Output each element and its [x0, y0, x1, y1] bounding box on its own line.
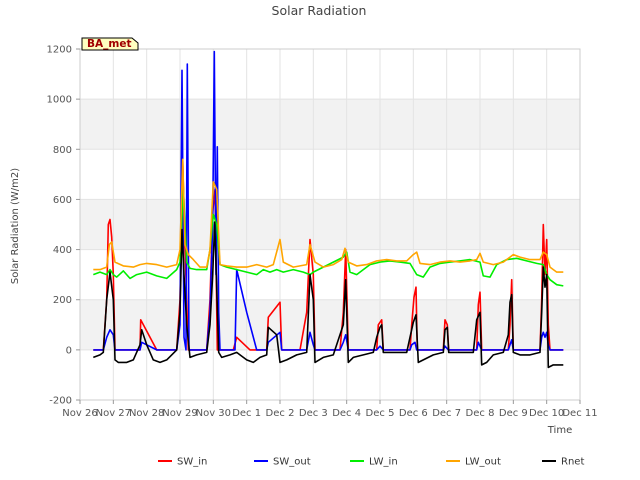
badge-label: BA_met: [87, 38, 131, 50]
x-tick-label: Nov 29: [162, 408, 197, 419]
x-tick-label: Dec 4: [332, 408, 361, 419]
legend-label-sw-out: SW_out: [273, 457, 311, 468]
plot-band: [80, 199, 580, 250]
y-tick-label: 0: [66, 345, 72, 356]
x-tick-label: Dec 3: [299, 408, 328, 419]
y-tick-label: 600: [53, 195, 72, 206]
legend: SW_in SW_out LW_in LW_out Rnet: [158, 457, 584, 468]
x-tick-label: Dec 11: [562, 408, 597, 419]
plot-band: [80, 299, 580, 350]
x-tick-label: Nov 26: [62, 408, 97, 419]
x-axis-ticks: Nov 26Nov 27Nov 28Nov 29Nov 30 Dec 1 Dec 2…: [62, 400, 598, 419]
legend-label-lw-in: LW_in: [369, 457, 398, 468]
x-tick-label: Dec 6: [399, 408, 428, 419]
legend-label-sw-in: SW_in: [177, 457, 207, 468]
site-badge: BA_met: [81, 37, 139, 51]
y-tick-label: -200: [49, 396, 72, 407]
plot-band: [80, 349, 580, 400]
y-tick-label: 1200: [47, 45, 72, 56]
x-tick-label: Dec 10: [529, 408, 564, 419]
x-tick-label: Nov 27: [96, 408, 131, 419]
x-tick-label: Nov 28: [129, 408, 164, 419]
x-tick-label: Dec 2: [266, 408, 295, 419]
x-tick-label: Nov 30: [196, 408, 231, 419]
x-tick-label: Dec 1: [232, 408, 261, 419]
y-axis-title: Solar Radiation (W/m2): [10, 168, 21, 284]
y-tick-label: 400: [53, 245, 72, 256]
x-axis-title: Time: [547, 425, 572, 436]
y-tick-label: 1000: [47, 95, 72, 106]
x-tick-label: Dec 9: [499, 408, 528, 419]
chart-title: Solar Radiation: [272, 3, 367, 18]
plot-band: [80, 99, 580, 150]
y-tick-label: 800: [53, 145, 72, 156]
solar-radiation-chart: -200020040060080010001200 Nov 26Nov 27No…: [10, 3, 598, 468]
plot-band: [80, 49, 580, 100]
legend-label-rnet: Rnet: [561, 457, 584, 468]
x-tick-label: Dec 8: [466, 408, 495, 419]
plot-band: [80, 149, 580, 200]
x-tick-label: Dec 5: [366, 408, 395, 419]
y-axis-ticks: -200 0 200 400 600 800 1000 1200: [47, 45, 80, 407]
legend-label-lw-out: LW_out: [465, 457, 501, 468]
y-tick-label: 200: [53, 295, 72, 306]
x-tick-label: Dec 7: [432, 408, 461, 419]
